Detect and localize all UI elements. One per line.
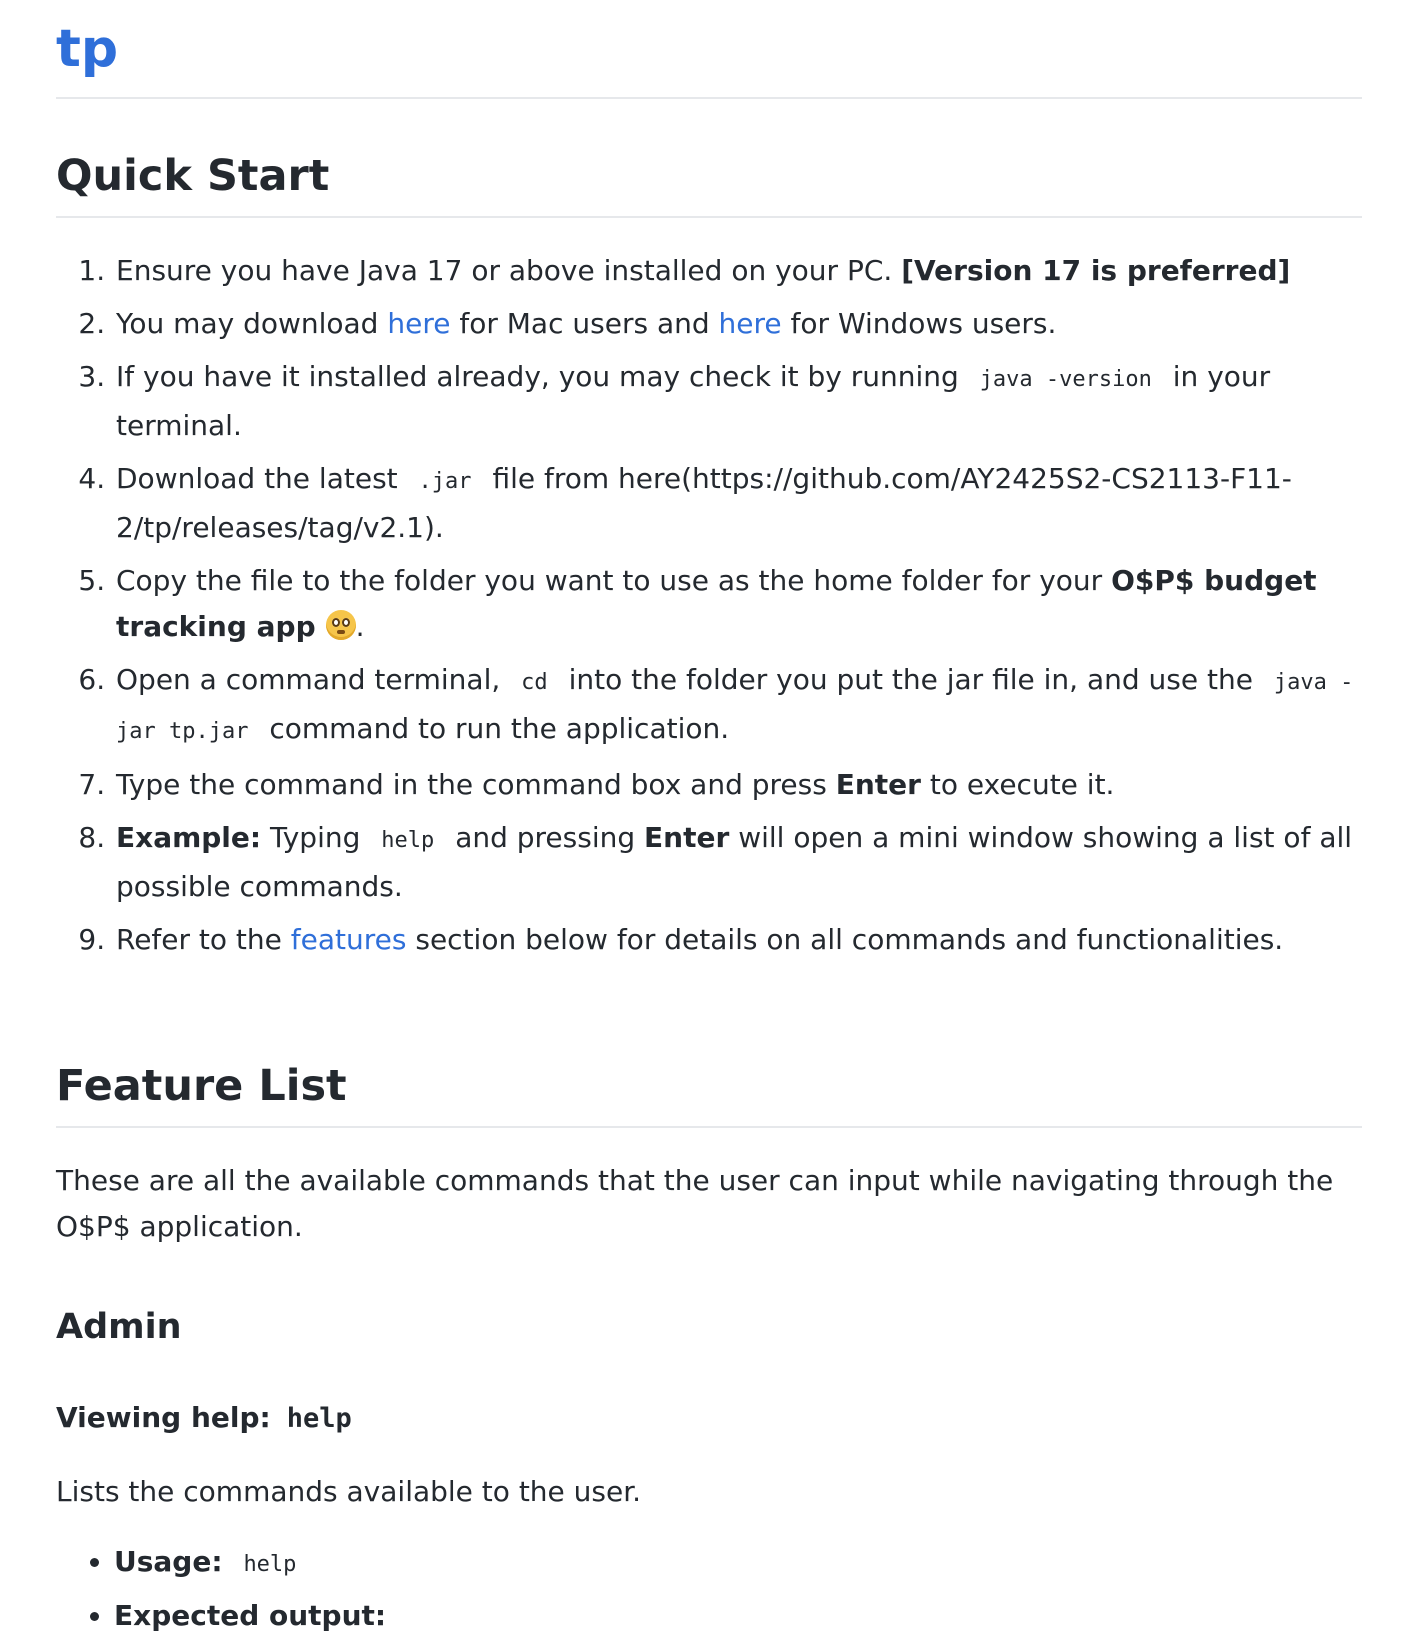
step-6-middle: into the folder you put the jar file in,… bbox=[568, 663, 1253, 696]
step-8-bold-label: Example: bbox=[116, 821, 262, 854]
step-4-text: Download the latest bbox=[116, 462, 398, 495]
step-8-text: Typing bbox=[261, 821, 361, 854]
step-8-bold-enter: Enter bbox=[644, 821, 730, 854]
step-9-after: section below for details on all command… bbox=[406, 923, 1284, 956]
step-1: Ensure you have Java 17 or above install… bbox=[114, 248, 1362, 294]
site-title-link[interactable]: tp bbox=[56, 10, 118, 88]
help-description: Lists the commands available to the user… bbox=[56, 1475, 642, 1508]
step-7-bold: Enter bbox=[835, 768, 921, 801]
step-9: Refer to the features section below for … bbox=[114, 917, 1362, 963]
windows-download-link[interactable]: here bbox=[719, 307, 782, 340]
step-7-text: Type the command in the command box and … bbox=[116, 768, 836, 801]
step-5-after: . bbox=[355, 610, 365, 643]
mac-download-link[interactable]: here bbox=[387, 307, 450, 340]
viewing-help-label: Viewing help: bbox=[56, 1401, 271, 1434]
step-4: Download the latest .jar file from here(… bbox=[114, 456, 1362, 551]
step-5: Copy the file to the folder you want to … bbox=[114, 558, 1362, 650]
expected-output-item: Expected output: bbox=[114, 1593, 1362, 1639]
step-6-after: command to run the application. bbox=[269, 712, 730, 745]
quick-start-heading: Quick Start bbox=[56, 151, 330, 201]
usage-code: help bbox=[243, 1552, 297, 1577]
step-7: Type the command in the command box and … bbox=[114, 762, 1362, 808]
page-content: tp Quick Start Ensure you have Java 17 o… bbox=[56, 0, 1362, 1644]
quick-start-steps: Ensure you have Java 17 or above install… bbox=[56, 248, 1362, 963]
usage-label: Usage: bbox=[114, 1545, 223, 1578]
step-2: You may download here for Mac users and … bbox=[114, 301, 1362, 347]
help-code: help bbox=[381, 828, 435, 853]
step-3: If you have it installed already, you ma… bbox=[114, 354, 1362, 449]
feature-list-intro: These are all the available commands tha… bbox=[56, 1164, 1334, 1243]
step-2-text: You may download bbox=[116, 307, 388, 340]
admin-heading: Admin bbox=[56, 1307, 182, 1347]
features-link[interactable]: features bbox=[291, 923, 407, 956]
step-7-after: to execute it. bbox=[920, 768, 1115, 801]
step-8-middle: and pressing bbox=[455, 821, 645, 854]
help-details-list: Usage: help Expected output: bbox=[56, 1539, 1362, 1639]
viewing-help-code: help bbox=[286, 1403, 352, 1434]
expected-output-label: Expected output: bbox=[114, 1599, 387, 1632]
step-2-middle: for Mac users and bbox=[450, 307, 719, 340]
flushed-face-icon bbox=[325, 610, 356, 640]
step-1-bold: [Version 17 is preferred] bbox=[901, 254, 1291, 287]
feature-list-heading: Feature List bbox=[56, 1061, 347, 1111]
usage-item: Usage: help bbox=[114, 1539, 1362, 1588]
step-6-text: Open a command terminal, bbox=[116, 663, 501, 696]
step-2-after: for Windows users. bbox=[781, 307, 1057, 340]
step-1-text: Ensure you have Java 17 or above install… bbox=[116, 254, 902, 287]
step-6: Open a command terminal, cd into the fol… bbox=[114, 657, 1362, 755]
step-9-text: Refer to the bbox=[116, 923, 291, 956]
jar-code: .jar bbox=[418, 469, 472, 494]
step-3-text: If you have it installed already, you ma… bbox=[116, 360, 959, 393]
java-version-code: java -version bbox=[979, 367, 1152, 392]
step-8: Example: Typing help and pressing Enter … bbox=[114, 815, 1362, 910]
cd-code: cd bbox=[521, 670, 548, 695]
viewing-help-heading: Viewing help: help bbox=[56, 1398, 1362, 1439]
step-5-text: Copy the file to the folder you want to … bbox=[116, 564, 1112, 597]
feature-list-divider bbox=[56, 1126, 1362, 1128]
